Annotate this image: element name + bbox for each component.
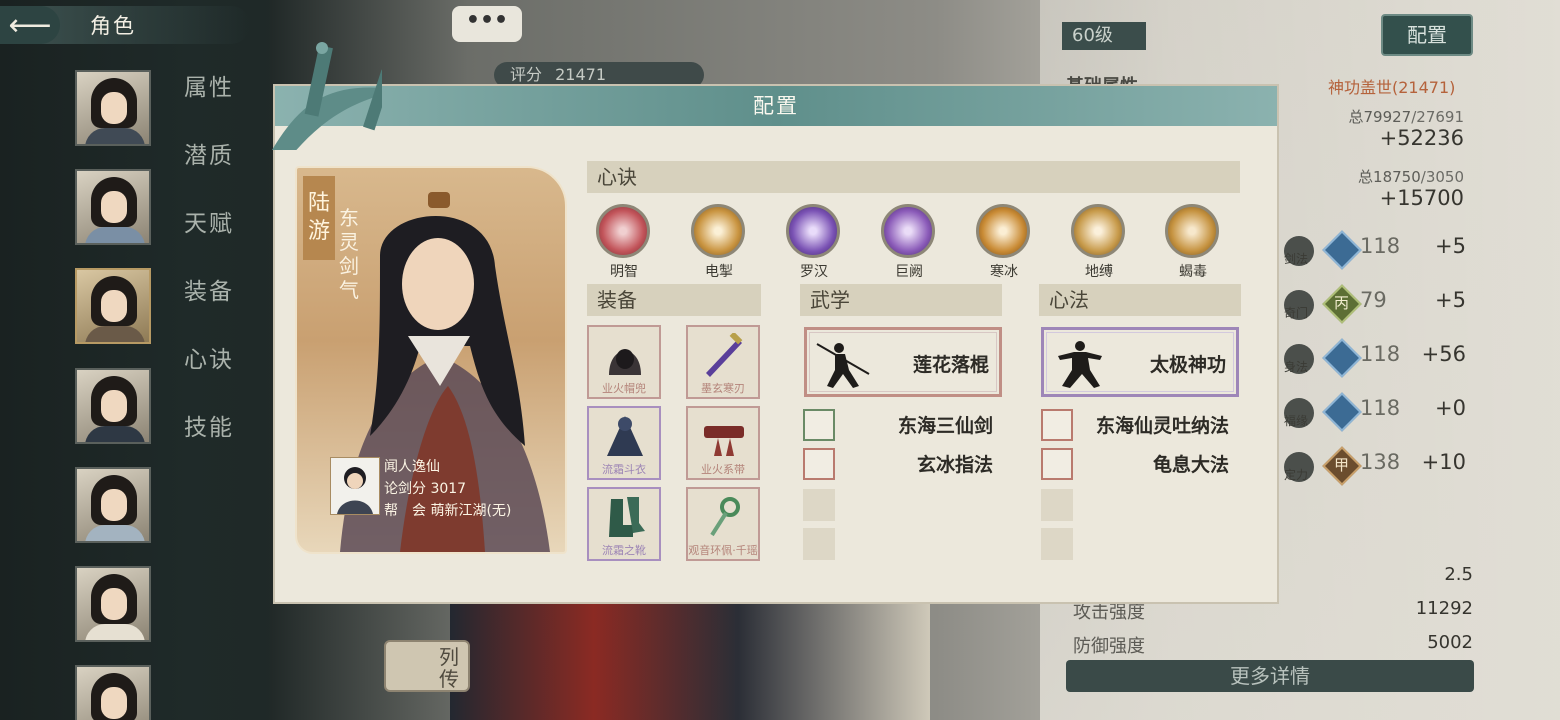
level-badge: 60级 <box>1062 22 1146 50</box>
grade-diamond-icon <box>1322 338 1362 378</box>
guild-info: 帮 会 萌新江湖(无) <box>384 503 512 519</box>
character-portrait-5[interactable] <box>75 467 151 543</box>
hood-icon <box>609 349 641 375</box>
more-details-button[interactable]: 更多详情 <box>1066 660 1474 692</box>
xinjue-slot-7[interactable]: 蝎毒 <box>1165 204 1221 281</box>
xinfa-slot-1[interactable]: 东海仙灵吐纳法 <box>1041 409 1229 441</box>
modal-title: 配置 <box>753 94 799 118</box>
boots-icon <box>609 497 645 537</box>
tab-equipment[interactable]: 装备 <box>184 272 234 306</box>
character-portrait-6[interactable] <box>75 566 151 642</box>
finger-style-icon <box>803 448 835 480</box>
lunjian-score: 论剑分 3017 <box>384 481 467 497</box>
liezhuan-label: 列传 <box>439 645 459 691</box>
staff-fighter-icon <box>816 343 870 388</box>
equip-slot-boots[interactable]: 流霜之靴 <box>587 487 661 561</box>
belt-icon <box>704 426 744 456</box>
skill-row-dingli: 定力 甲 138 +10 <box>1284 446 1474 488</box>
character-figure-background <box>450 600 930 720</box>
skill-row-fuyuan: 福缘 118 +0 <box>1284 392 1474 434</box>
stat1-bonus: +52236 <box>1379 126 1464 150</box>
equip-slot-weapon[interactable]: 墨玄寒刃 <box>686 325 760 399</box>
jujue-orb-icon <box>881 204 935 258</box>
stat2-bonus: +15700 <box>1379 186 1464 210</box>
equip-slot-head[interactable]: 业火帽兜 <box>587 325 661 399</box>
stat-row-defense: 防御强度 5002 <box>1073 632 1473 657</box>
tab-potential[interactable]: 潜质 <box>184 136 234 170</box>
equip-slot-belt[interactable]: 业火系带 <box>686 406 760 480</box>
xinfa-main-slot[interactable]: 太极神功 <box>1041 327 1239 397</box>
xinfa-section-header: 心法 <box>1039 284 1241 316</box>
sword-style-icon <box>803 409 835 441</box>
xinfa-empty-slot-1[interactable] <box>1041 489 1073 521</box>
left-arrow-icon[interactable]: ⟵ <box>0 6 60 44</box>
tab-attributes[interactable]: 属性 <box>184 68 234 102</box>
xinjue-slot-5[interactable]: 寒冰 <box>976 204 1032 281</box>
player-avatar[interactable] <box>330 457 380 515</box>
difu-orb-icon <box>1071 204 1125 258</box>
xinjue-section-header: 心诀 <box>587 161 1240 193</box>
character-portrait-7[interactable] <box>75 665 151 720</box>
chat-bubble-icon[interactable]: ••• <box>452 6 522 42</box>
skill-row-qimen: 奇门 丙 79 +5 <box>1284 284 1474 326</box>
character-name: 陆游 <box>303 176 335 260</box>
xinjue-slot-1[interactable]: 明智 <box>596 204 652 281</box>
skill-row-shenfa: 身法 118 +56 <box>1284 338 1474 380</box>
xinfa-empty-slot-2[interactable] <box>1041 528 1073 560</box>
character-portrait-3-selected[interactable] <box>75 268 151 344</box>
player-name: 闻人逸仙 <box>384 459 440 475</box>
breathing-technique-icon <box>1041 409 1073 441</box>
score-pill: 评分 21471 <box>494 62 704 88</box>
skill-row-jianfa: 剑法 118 +5 <box>1284 230 1474 272</box>
sword-ornament-icon <box>272 42 382 150</box>
grade-diamond-icon <box>1322 392 1362 432</box>
character-portrait-1[interactable] <box>75 70 151 146</box>
stat1-total: 总79927/27691 <box>1348 108 1464 126</box>
config-button[interactable]: 配置 <box>1381 14 1473 56</box>
power-title: 神功盖世(21471) <box>1328 78 1456 97</box>
xinjue-slot-2[interactable]: 电掣 <box>691 204 747 281</box>
xinjue-slot-6[interactable]: 地缚 <box>1071 204 1127 281</box>
wuxue-empty-slot-1[interactable] <box>803 489 835 521</box>
cloak-icon <box>607 416 643 456</box>
wuxue-slot-2[interactable]: 玄冰指法 <box>803 448 993 480</box>
equip-slot-accessory[interactable]: 观音环佩·千瑶 <box>686 487 760 561</box>
xinjue-slot-4[interactable]: 巨阙 <box>881 204 937 281</box>
liezhuan-button[interactable]: 列传 <box>384 640 470 692</box>
wuxue-slot-1[interactable]: 东海三仙剑 <box>803 409 993 441</box>
equip-slot-body[interactable]: 流霜斗衣 <box>587 406 661 480</box>
wuxue-section-header: 武学 <box>800 284 1002 316</box>
page-title: 角色 <box>90 14 136 38</box>
stat2-total: 总18750/3050 <box>1358 168 1464 186</box>
tab-skills[interactable]: 技能 <box>184 408 234 442</box>
mingzhi-orb-icon <box>596 204 650 258</box>
turtle-breath-icon <box>1041 448 1073 480</box>
tab-talent[interactable]: 天赋 <box>184 204 234 238</box>
tab-xinjue[interactable]: 心诀 <box>184 340 234 374</box>
grade-diamond-icon <box>1322 230 1362 270</box>
character-portrait-2[interactable] <box>75 169 151 245</box>
dianche-orb-icon <box>691 204 745 258</box>
sword-icon <box>706 333 743 377</box>
score-label: 评分 <box>510 65 543 84</box>
pendant-icon <box>710 497 740 537</box>
luohan-orb-icon <box>786 204 840 258</box>
score-value: 21471 <box>555 65 607 84</box>
hanbing-orb-icon <box>976 204 1030 258</box>
xiedu-orb-icon <box>1165 204 1219 258</box>
character-style-title: 东灵剑气 <box>339 206 359 302</box>
wuxue-main-slot[interactable]: 莲花落棍 <box>804 327 1002 397</box>
back-button[interactable]: ⟵ 角色 <box>0 6 250 44</box>
xinfa-slot-2[interactable]: 龟息大法 <box>1041 448 1229 480</box>
taiji-fighter-icon <box>1058 341 1102 388</box>
equip-section-header: 装备 <box>587 284 761 316</box>
wuxue-empty-slot-2[interactable] <box>803 528 835 560</box>
character-portrait-4[interactable] <box>75 368 151 444</box>
xinjue-slot-3[interactable]: 罗汉 <box>786 204 842 281</box>
